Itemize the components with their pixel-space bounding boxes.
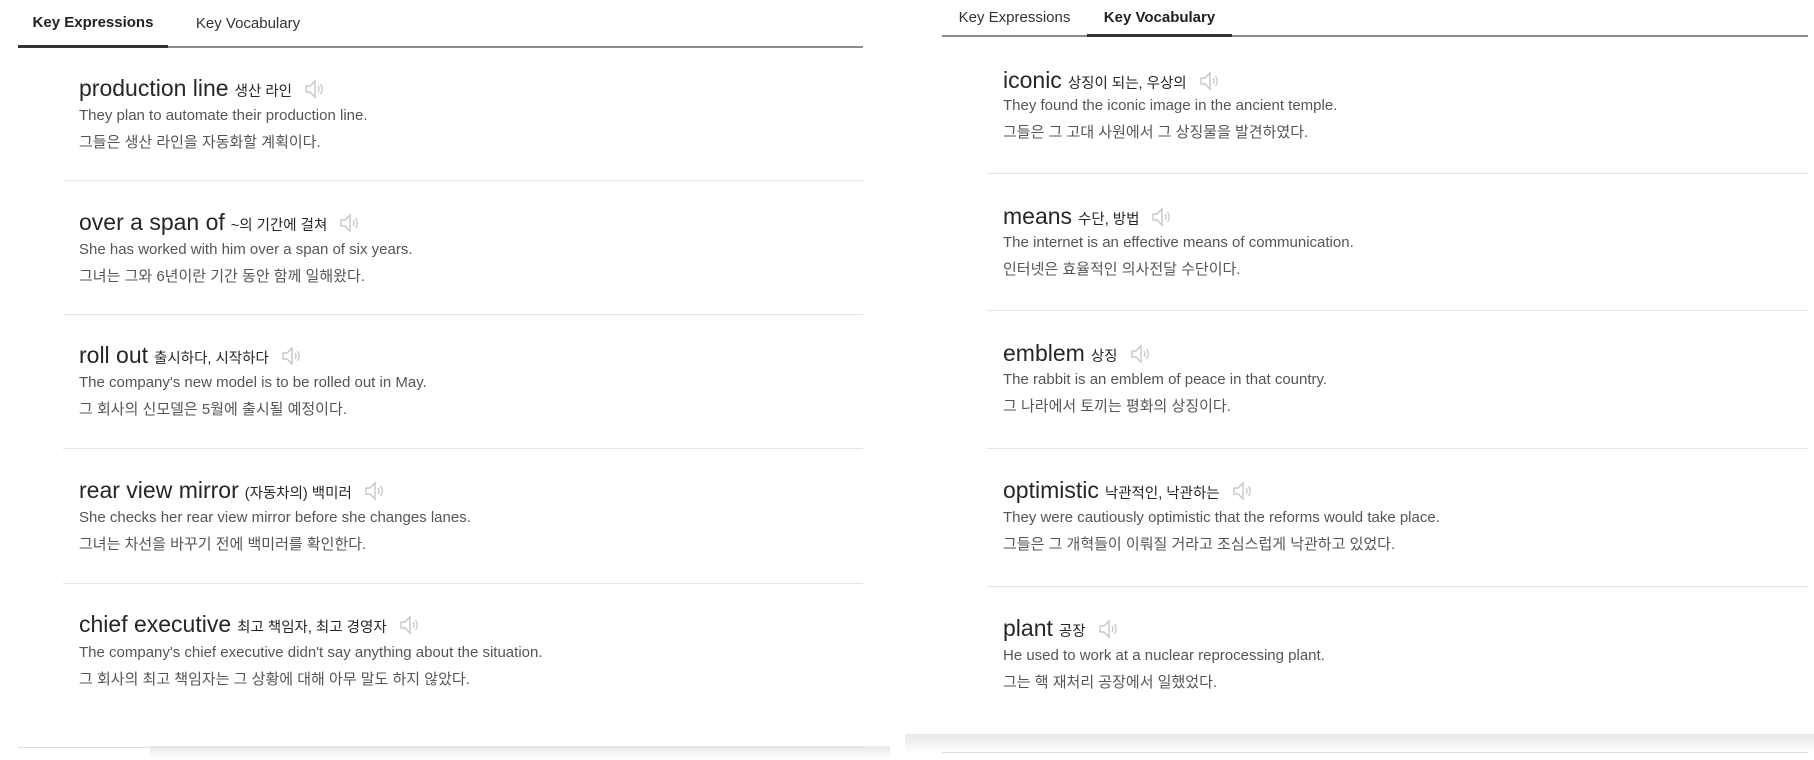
example-sentence: They were cautiously optimistic that the… <box>1003 509 1440 526</box>
speaker-volume-icon[interactable] <box>399 615 421 635</box>
example-translation: 그들은 생산 라인을 자동화할 계획이다. <box>79 134 321 151</box>
tab-bar: Key Expressions Key Vocabulary <box>942 0 1808 37</box>
list-item: plant 공장 He used to work at a nuclear re… <box>987 587 1808 724</box>
example-sentence: The rabbit is an emblem of peace in that… <box>1003 371 1328 388</box>
tab-key-vocabulary[interactable]: Key Vocabulary <box>173 0 323 46</box>
example-translation: 그녀는 그와 6년이란 기간 동안 함께 일해왔다. <box>79 268 365 285</box>
meaning: 출시하다, 시작하다 <box>154 351 269 367</box>
tab-key-expressions[interactable]: Key Expressions <box>942 0 1087 35</box>
speaker-volume-icon[interactable] <box>339 213 361 233</box>
speaker-volume-icon[interactable] <box>304 79 326 99</box>
tab-bar: Key Expressions Key Vocabulary <box>18 0 863 48</box>
term: means <box>1003 203 1073 229</box>
term: emblem <box>1003 340 1085 366</box>
key-expressions-panel: Key Expressions Key Vocabulary productio… <box>18 0 863 748</box>
list-item: chief executive 최고 책임자, 최고 경영자 The compa… <box>63 584 863 719</box>
example-translation: 그 나라에서 토끼는 평화의 상징이다. <box>1003 398 1231 415</box>
meaning: 낙관적인, 낙관하는 <box>1104 486 1220 502</box>
list-item: optimistic 낙관적인, 낙관하는 They were cautious… <box>987 449 1808 587</box>
meaning: 상징이 되는, 우상의 <box>1067 76 1187 92</box>
speaker-volume-icon[interactable] <box>364 481 386 501</box>
example-sentence: He used to work at a nuclear reprocessin… <box>1003 647 1325 664</box>
example-translation: 그녀는 차선을 바꾸기 전에 백미러를 확인한다. <box>79 536 367 553</box>
term: iconic <box>1003 67 1062 93</box>
term: rear view mirror <box>79 477 239 503</box>
list-item: iconic 상징이 되는, 우상의 They found the iconic… <box>987 37 1808 174</box>
speaker-volume-icon[interactable] <box>1151 207 1173 227</box>
meaning: 상징 <box>1090 349 1118 365</box>
example-sentence: The company's chief executive didn't say… <box>79 644 543 661</box>
example-sentence: She has worked with him over a span of s… <box>79 241 413 258</box>
list-item: production line 생산 라인 They plan to autom… <box>63 48 863 181</box>
example-sentence: She checks her rear view mirror before s… <box>79 509 471 526</box>
term: chief executive <box>79 611 232 637</box>
meaning: 최고 책임자, 최고 경영자 <box>237 620 387 636</box>
term: plant <box>1003 615 1053 641</box>
meaning: ~의 기간에 걸쳐 <box>230 218 328 234</box>
term: roll out <box>79 342 149 368</box>
key-vocabulary-panel: Key Expressions Key Vocabulary iconic 상징… <box>942 0 1808 756</box>
tab-key-vocabulary[interactable]: Key Vocabulary <box>1087 0 1232 37</box>
list-item: roll out 출시하다, 시작하다 The company's new mo… <box>63 315 863 449</box>
example-translation: 그 회사의 신모델은 5월에 출시될 예정이다. <box>79 401 347 418</box>
divider <box>905 734 1814 754</box>
example-sentence: They found the iconic image in the ancie… <box>1003 97 1338 114</box>
example-sentence: They plan to automate their production l… <box>79 107 368 124</box>
meaning: 공장 <box>1058 624 1086 640</box>
list-item: means 수단, 방법 The internet is an effectiv… <box>987 174 1808 311</box>
speaker-volume-icon[interactable] <box>281 346 303 366</box>
list-item: emblem 상징 The rabbit is an emblem of pea… <box>987 311 1808 449</box>
tab-key-expressions[interactable]: Key Expressions <box>18 0 168 48</box>
divider <box>150 746 890 760</box>
example-translation: 그는 핵 재처리 공장에서 일했었다. <box>1003 674 1218 691</box>
example-sentence: The company's new model is to be rolled … <box>79 374 427 391</box>
example-sentence: The internet is an effective means of co… <box>1003 234 1354 251</box>
term: optimistic <box>1003 477 1099 503</box>
list-item: over a span of ~의 기간에 걸쳐 She has worked … <box>63 181 863 315</box>
term: over a span of <box>79 209 225 235</box>
example-translation: 그 회사의 최고 책임자는 그 상황에 대해 아무 말도 하지 않았다. <box>79 671 470 688</box>
meaning: (자동차의) 백미러 <box>244 486 352 502</box>
speaker-volume-icon[interactable] <box>1232 481 1254 501</box>
example-translation: 인터넷은 효율적인 의사전달 수단이다. <box>1003 261 1241 278</box>
meaning: 수단, 방법 <box>1078 212 1140 228</box>
meaning: 생산 라인 <box>234 84 292 100</box>
speaker-volume-icon[interactable] <box>1098 619 1120 639</box>
speaker-volume-icon[interactable] <box>1199 71 1221 91</box>
term: production line <box>79 75 229 101</box>
speaker-volume-icon[interactable] <box>1130 344 1152 364</box>
example-translation: 그들은 그 개혁들이 이뤄질 거라고 조심스럽게 낙관하고 있었다. <box>1003 536 1396 553</box>
list-item: rear view mirror (자동차의) 백미러 She checks h… <box>63 449 863 584</box>
example-translation: 그들은 그 고대 사원에서 그 상징물을 발견하였다. <box>1003 124 1309 141</box>
